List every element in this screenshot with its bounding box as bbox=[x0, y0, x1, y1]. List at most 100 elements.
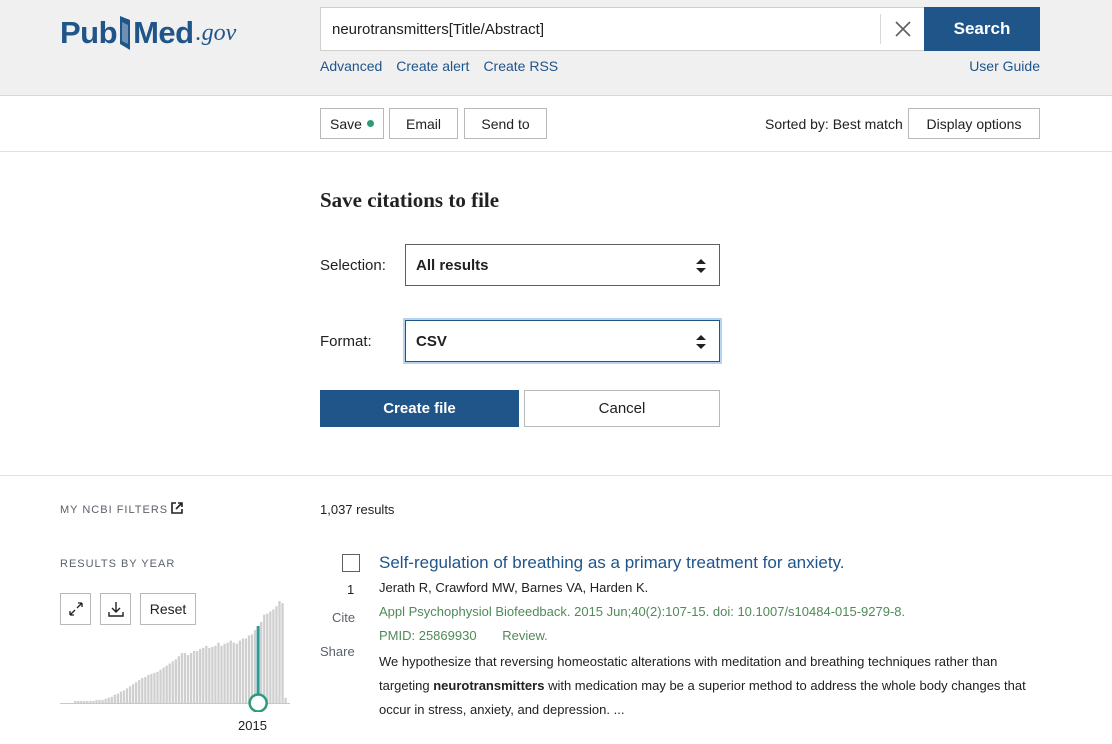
year-bar[interactable] bbox=[131, 684, 135, 703]
save-button[interactable]: Save bbox=[320, 108, 384, 139]
cancel-button[interactable]: Cancel bbox=[524, 390, 720, 427]
year-bar[interactable] bbox=[113, 694, 116, 703]
year-bar[interactable] bbox=[74, 700, 77, 703]
year-bar[interactable] bbox=[144, 677, 147, 703]
year-bar[interactable] bbox=[159, 669, 162, 703]
year-bar[interactable] bbox=[177, 656, 180, 703]
search-button[interactable]: Search bbox=[924, 7, 1040, 51]
year-bar[interactable] bbox=[192, 651, 196, 703]
year-bar[interactable] bbox=[183, 653, 187, 703]
year-bar[interactable] bbox=[165, 665, 168, 703]
year-bar[interactable] bbox=[174, 659, 177, 703]
year-bar[interactable] bbox=[77, 700, 80, 703]
year-bar[interactable] bbox=[244, 638, 248, 703]
year-bar[interactable] bbox=[138, 680, 141, 703]
year-bar[interactable] bbox=[80, 700, 83, 703]
year-bar[interactable] bbox=[208, 647, 211, 703]
year-bar[interactable] bbox=[101, 699, 104, 703]
year-bar[interactable] bbox=[263, 614, 266, 703]
year-bar[interactable] bbox=[122, 690, 126, 703]
cite-button[interactable]: Cite bbox=[332, 610, 355, 625]
year-bar[interactable] bbox=[260, 621, 263, 703]
selection-select[interactable]: All results bbox=[405, 244, 720, 286]
share-button[interactable]: Share bbox=[320, 644, 355, 659]
advanced-link[interactable]: Advanced bbox=[320, 58, 382, 74]
year-bar[interactable] bbox=[125, 688, 129, 703]
year-bar[interactable] bbox=[278, 601, 281, 703]
year-bar[interactable] bbox=[86, 700, 89, 703]
year-bar[interactable] bbox=[116, 693, 119, 703]
year-bar[interactable] bbox=[92, 700, 95, 703]
year-bar[interactable] bbox=[241, 638, 245, 703]
year-bar[interactable] bbox=[205, 645, 208, 703]
year-bar[interactable] bbox=[89, 700, 92, 703]
user-guide-link[interactable]: User Guide bbox=[969, 58, 1040, 74]
display-options-button[interactable]: Display options bbox=[908, 108, 1040, 139]
year-bar[interactable] bbox=[220, 645, 223, 703]
format-select[interactable]: CSV bbox=[405, 320, 720, 362]
year-bar[interactable] bbox=[162, 667, 165, 703]
year-bar[interactable] bbox=[95, 699, 98, 703]
year-bar[interactable] bbox=[135, 682, 138, 703]
year-bar[interactable] bbox=[171, 661, 174, 703]
year-bar[interactable] bbox=[98, 699, 101, 703]
result-title-link[interactable]: Self-regulation of breathing as a primar… bbox=[379, 553, 845, 573]
year-bar[interactable] bbox=[104, 698, 107, 703]
year-bar[interactable] bbox=[269, 611, 272, 703]
email-button[interactable]: Email bbox=[389, 108, 458, 139]
send-to-button[interactable]: Send to bbox=[464, 108, 547, 139]
year-bar[interactable] bbox=[284, 697, 287, 703]
section-divider bbox=[0, 475, 1112, 476]
year-bar[interactable] bbox=[147, 674, 150, 703]
year-bar[interactable] bbox=[226, 642, 229, 703]
search-input[interactable] bbox=[321, 8, 881, 50]
format-label: Format: bbox=[320, 333, 372, 350]
year-bar[interactable] bbox=[186, 655, 190, 703]
year-bar[interactable] bbox=[235, 643, 238, 703]
year-bar[interactable] bbox=[223, 643, 226, 703]
year-bar[interactable] bbox=[272, 609, 275, 703]
year-bar[interactable] bbox=[153, 672, 156, 703]
year-bar[interactable] bbox=[247, 635, 251, 703]
year-bar[interactable] bbox=[217, 642, 220, 703]
year-bar[interactable] bbox=[253, 630, 257, 703]
select-arrows-icon bbox=[696, 259, 706, 273]
year-bar[interactable] bbox=[168, 663, 171, 703]
year-bar[interactable] bbox=[275, 606, 278, 703]
external-link-icon[interactable] bbox=[171, 502, 183, 514]
year-bar[interactable] bbox=[250, 634, 254, 703]
year-bar[interactable] bbox=[232, 642, 235, 703]
year-bar[interactable] bbox=[238, 640, 241, 703]
year-bar[interactable] bbox=[156, 671, 159, 703]
year-bar[interactable] bbox=[202, 647, 205, 703]
results-by-year-chart[interactable] bbox=[60, 592, 290, 713]
my-ncbi-filters-heading[interactable]: MY NCBI FILTERS bbox=[60, 504, 168, 516]
year-bar[interactable] bbox=[189, 653, 193, 703]
pubmed-logo[interactable]: Pub Med .gov bbox=[60, 6, 236, 52]
year-bar[interactable] bbox=[83, 700, 86, 703]
result-checkbox[interactable] bbox=[342, 554, 360, 572]
year-bar[interactable] bbox=[214, 645, 217, 703]
year-slider-handle[interactable] bbox=[248, 693, 268, 713]
create-rss-link[interactable]: Create RSS bbox=[483, 58, 558, 74]
year-bar[interactable] bbox=[119, 691, 123, 703]
create-file-button[interactable]: Create file bbox=[320, 390, 519, 427]
year-bar[interactable] bbox=[266, 613, 269, 703]
year-bar[interactable] bbox=[110, 696, 113, 703]
year-bar[interactable] bbox=[150, 673, 153, 703]
results-by-year-heading: RESULTS BY YEAR bbox=[60, 558, 176, 570]
clear-search-button[interactable] bbox=[880, 14, 924, 44]
year-bar[interactable] bbox=[211, 646, 214, 703]
year-bar[interactable] bbox=[196, 651, 199, 703]
year-bar[interactable] bbox=[128, 686, 132, 703]
year-bar[interactable] bbox=[199, 648, 202, 703]
create-alert-link[interactable]: Create alert bbox=[396, 58, 469, 74]
year-bar[interactable] bbox=[107, 697, 110, 703]
year-bar[interactable] bbox=[141, 678, 144, 703]
year-bar[interactable] bbox=[180, 653, 184, 703]
year-bar[interactable] bbox=[229, 640, 232, 703]
snippet-highlight: neurotransmitters bbox=[433, 678, 545, 693]
results-count: 1,037 results bbox=[320, 502, 395, 517]
year-bar[interactable] bbox=[281, 603, 284, 703]
result-snippet: We hypothesize that reversing homeostati… bbox=[379, 650, 1029, 722]
